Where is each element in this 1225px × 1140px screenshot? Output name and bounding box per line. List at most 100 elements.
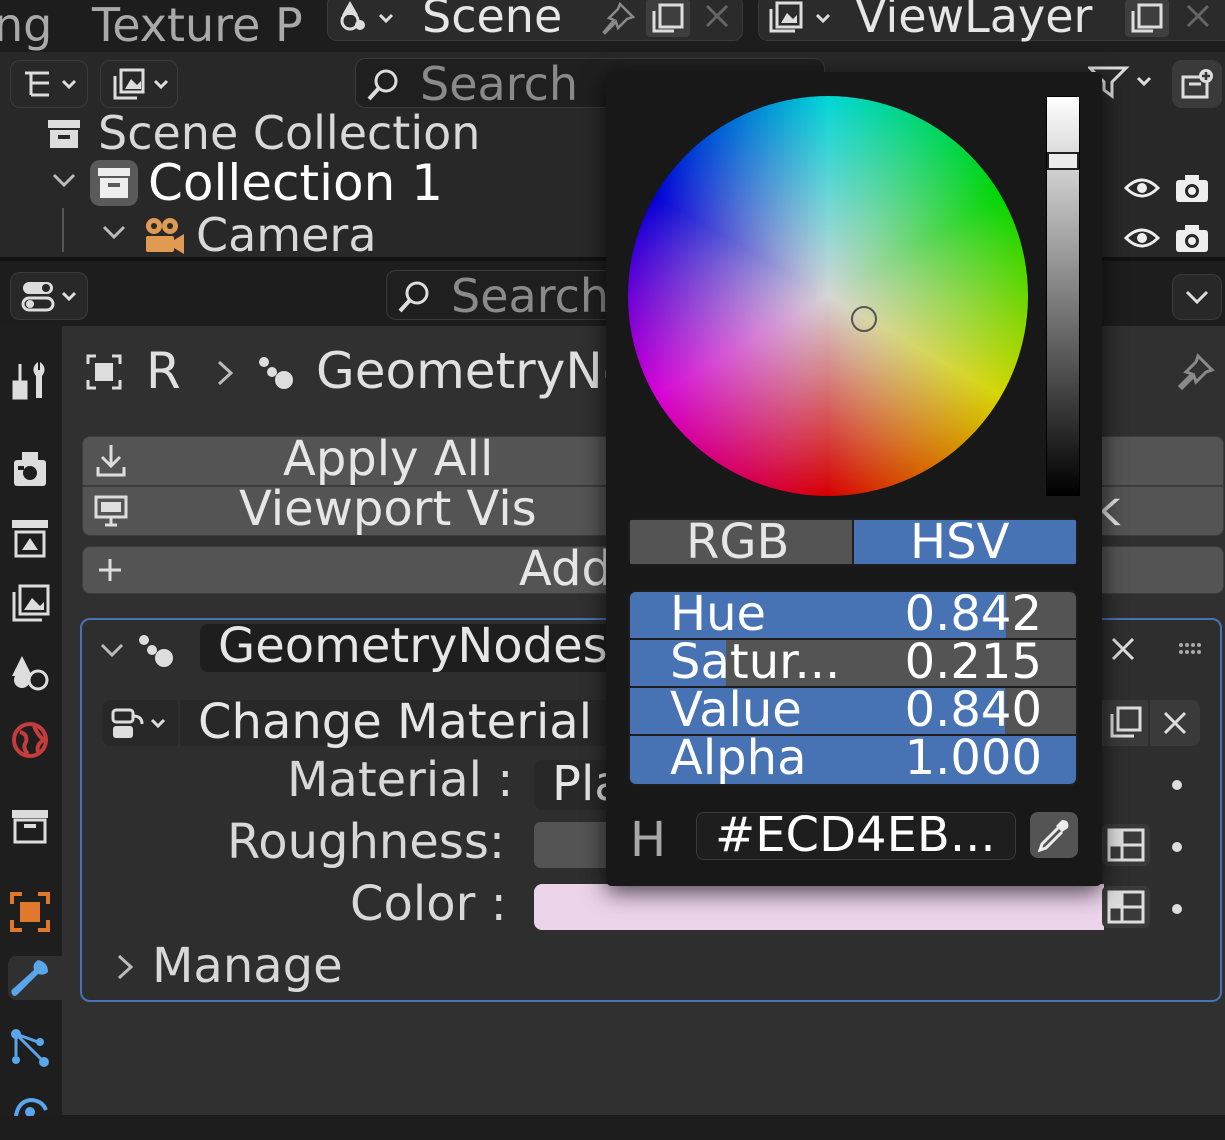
chevron-down-icon[interactable] (102, 224, 126, 242)
outliner-editor-type-button[interactable] (10, 60, 88, 108)
manage-label: Manage (152, 938, 343, 994)
view-layer-name[interactable]: ViewLayer (855, 0, 1092, 39)
properties-options-dropdown[interactable] (1172, 274, 1222, 320)
modifier-name: GeometryNodes (218, 618, 608, 674)
close-view-layer-icon[interactable] (1183, 1, 1213, 31)
render-camera-icon[interactable] (1174, 222, 1210, 254)
view-layer-icon (111, 67, 173, 101)
tab-rgb[interactable]: RGB (630, 518, 852, 566)
modifier-tab-icon[interactable] (8, 956, 62, 1000)
spreadsheet-icon (1106, 889, 1146, 925)
view-layer-tab-icon[interactable] (8, 582, 52, 626)
duplicate-scene-icon[interactable] (646, 0, 690, 37)
input-attribute-toggle[interactable] (1102, 886, 1150, 928)
chevron-down-icon[interactable] (100, 642, 124, 660)
pin-icon[interactable] (600, 1, 636, 35)
collection-icon (90, 160, 138, 206)
manage-subpanel-header[interactable]: Manage (112, 940, 412, 994)
slider-value: 0.842 (904, 592, 1042, 638)
hue-slider[interactable]: Hue 0.842 (630, 592, 1076, 638)
breadcrumb: R GeometryNo (80, 340, 633, 400)
slider-label: Satur... (670, 640, 841, 686)
workspace-tab-texture-paint[interactable]: Texture P (92, 2, 303, 48)
outliner-item-label: Camera (196, 208, 377, 262)
workspace-tab-partial[interactable]: ng (0, 2, 52, 48)
chevron-right-icon (116, 954, 134, 980)
tab-hsv-label: HSV (910, 518, 1010, 566)
node-tree-icon (110, 706, 172, 742)
tool-tab-icon[interactable] (8, 358, 52, 402)
properties-editor-type-button[interactable] (10, 272, 88, 320)
scene-tab-icon[interactable] (8, 650, 52, 694)
roughness-input-label: Roughness: (227, 814, 506, 870)
render-tab-icon[interactable] (8, 446, 52, 490)
node-group-name: Change Material (198, 694, 593, 750)
viewport-vis-label: Viewport Vis (239, 481, 537, 537)
color-wheel-value-overlay (628, 96, 1028, 496)
keyframe-dot[interactable] (1172, 780, 1182, 790)
duplicate-icon (1106, 704, 1144, 742)
eye-icon[interactable] (1124, 174, 1160, 202)
value-slider-handle[interactable] (1047, 151, 1079, 170)
properties-icon (19, 279, 81, 313)
node-group-browse-button[interactable] (102, 700, 178, 746)
display-mode-button[interactable] (100, 60, 178, 108)
slider-value: 0.215 (904, 640, 1042, 686)
chevron-down-icon[interactable] (52, 172, 76, 190)
unlink-node-group-button[interactable] (1150, 700, 1200, 746)
new-collection-button[interactable] (1172, 60, 1222, 108)
scene-collection-icon (46, 116, 82, 152)
camera-object-icon (142, 216, 186, 256)
add-modifier-label: Add (519, 541, 612, 597)
top-header: ng Texture P Scene ViewLayer (0, 0, 1225, 48)
duplicate-node-group-button[interactable] (1102, 700, 1148, 746)
scene-name[interactable]: Scene (422, 0, 562, 39)
eye-icon[interactable] (1124, 224, 1160, 252)
color-swatch[interactable] (534, 884, 1104, 930)
color-mode-tabs: RGB HSV (628, 518, 1078, 566)
outliner-row-camera[interactable]: Camera (0, 208, 610, 262)
particles-tab-icon[interactable] (8, 1026, 52, 1070)
slider-value: 0.840 (904, 688, 1042, 734)
drag-handle-icon[interactable] (1178, 642, 1204, 656)
render-camera-icon[interactable] (1174, 172, 1210, 204)
outliner-row-scene-collection[interactable]: Scene Collection (0, 106, 610, 156)
eyedropper-button[interactable] (1030, 812, 1078, 858)
slider-label: Hue (670, 592, 767, 638)
search-icon (366, 67, 402, 103)
hex-input[interactable]: #ECD4EB... (696, 807, 1016, 863)
render-result-icon[interactable] (767, 0, 833, 35)
collection-tab-icon[interactable] (8, 804, 52, 848)
modifier-name-field[interactable]: GeometryNodes (200, 618, 620, 674)
keyframe-dot[interactable] (1172, 842, 1182, 852)
close-icon (1162, 710, 1188, 736)
value-slider[interactable] (1046, 96, 1080, 496)
object-tab-icon[interactable] (8, 890, 52, 934)
duplicate-view-layer-icon[interactable] (1125, 0, 1169, 37)
outliner-row-collection-1[interactable]: Collection 1 (0, 154, 610, 212)
properties-tabs (0, 326, 62, 1116)
outliner-item-label: Collection 1 (148, 154, 444, 212)
scene-icon[interactable] (336, 0, 396, 35)
value-number-slider[interactable]: Value 0.840 (630, 688, 1076, 734)
outliner-search-placeholder: Search (420, 57, 579, 111)
keyframe-dot[interactable] (1172, 904, 1182, 914)
close-icon[interactable] (1110, 636, 1136, 662)
pin-icon[interactable] (1176, 352, 1216, 392)
node-group-field[interactable]: Change Material (180, 694, 620, 750)
breadcrumb-object: R (146, 342, 181, 400)
alpha-slider[interactable]: Alpha 1.000 (630, 736, 1076, 784)
close-scene-icon[interactable] (702, 1, 732, 31)
input-attribute-toggle[interactable] (1102, 824, 1150, 866)
material-input-label: Material : (287, 752, 514, 808)
physics-tab-icon[interactable] (8, 1096, 52, 1140)
saturation-slider[interactable]: Satur... 0.215 (630, 640, 1076, 686)
tab-hsv[interactable]: HSV (854, 518, 1076, 566)
world-tab-icon[interactable] (8, 718, 52, 762)
spreadsheet-icon (1106, 827, 1146, 863)
plus-icon (97, 557, 123, 583)
monitor-icon (93, 495, 129, 529)
hex-value: #ECD4EB... (715, 807, 996, 863)
output-tab-icon[interactable] (8, 516, 52, 560)
color-wheel[interactable] (628, 96, 1028, 496)
